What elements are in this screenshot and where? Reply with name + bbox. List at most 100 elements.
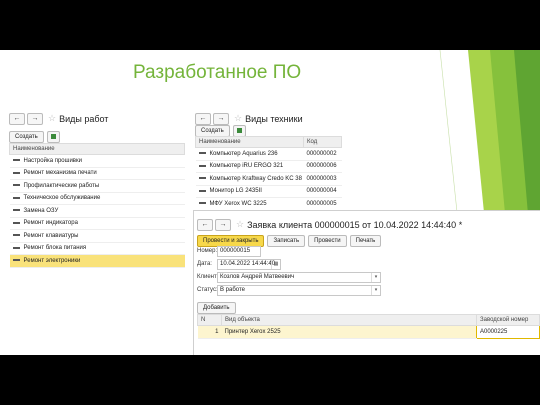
row-label: Ремонт электроники bbox=[23, 257, 81, 264]
create-button[interactable]: Создать bbox=[195, 124, 230, 137]
save-button[interactable]: Записать bbox=[267, 234, 306, 247]
forward-button[interactable]: → bbox=[215, 218, 231, 231]
table-row[interactable]: 1 Принтер Xerox 2525 А0000225 bbox=[197, 325, 540, 339]
date-value: 10.04.2022 14:44:40 bbox=[220, 261, 276, 267]
item-icon bbox=[198, 152, 206, 155]
row-name: МФУ Xerox WC 3225 bbox=[209, 200, 267, 207]
row-name: Монитор LG 2435II bbox=[209, 188, 262, 195]
column-header-name[interactable]: Наименование bbox=[195, 136, 304, 148]
row-name-cell: Монитор LG 2435II bbox=[195, 185, 304, 198]
item-icon bbox=[12, 184, 20, 187]
calendar-icon[interactable]: ▦ bbox=[271, 260, 280, 269]
excel-export-icon[interactable] bbox=[232, 124, 246, 137]
row-object-type: Принтер Xerox 2525 bbox=[221, 325, 477, 339]
table-row[interactable]: Ремонт клавиатуры bbox=[9, 229, 185, 243]
item-icon bbox=[12, 196, 20, 199]
row-cell: Замена ОЗУ bbox=[9, 204, 185, 218]
client-label: Клиент: bbox=[197, 274, 219, 280]
row-label: Ремонт клавиатуры bbox=[23, 232, 79, 239]
request-items-table: N Вид объекта Заводской номер 1 Принтер … bbox=[197, 314, 540, 339]
row-cell: Ремонт механизма печати bbox=[9, 167, 185, 180]
item-icon bbox=[198, 177, 206, 180]
item-icon bbox=[12, 234, 20, 237]
row-label: Техническое обслуживание bbox=[23, 195, 101, 202]
table-row[interactable]: Профилактические работы bbox=[9, 179, 185, 193]
table-row[interactable]: Компьютер iRU ERGO 321 000000006 bbox=[195, 160, 342, 173]
item-icon bbox=[12, 159, 20, 162]
row-code: 000000004 bbox=[303, 185, 342, 198]
column-header-serial[interactable]: Заводской номер bbox=[476, 314, 540, 326]
excel-export-icon[interactable] bbox=[46, 130, 60, 143]
row-cell: Ремонт клавиатуры bbox=[9, 229, 185, 243]
row-number: 1 bbox=[197, 325, 222, 339]
table-row[interactable]: Ремонт индикатора bbox=[9, 217, 185, 230]
table-row[interactable]: Ремонт электроники bbox=[9, 254, 185, 268]
date-field[interactable]: 10.04.2022 14:44:40 ▦ bbox=[217, 259, 281, 270]
item-icon bbox=[12, 171, 20, 174]
item-icon bbox=[198, 164, 206, 167]
slide: Разработанное ПО ← → ☆ Виды работ Создать Н… bbox=[0, 50, 540, 355]
row-name-cell: Компьютер Kraftway Credo KC 38 bbox=[195, 172, 304, 186]
row-code: 000000006 bbox=[303, 160, 342, 173]
row-cell: Ремонт блока питания bbox=[9, 242, 185, 255]
status-value: В работе bbox=[220, 287, 246, 293]
date-label: Дата: bbox=[197, 261, 212, 267]
window-header: ← → ☆ Виды работ bbox=[9, 110, 108, 128]
post-button[interactable]: Провести bbox=[308, 234, 347, 247]
chevron-down-icon[interactable]: ▾ bbox=[371, 286, 380, 295]
back-button[interactable]: ← bbox=[197, 218, 213, 231]
row-label: Ремонт индикатора bbox=[23, 220, 78, 227]
table-row[interactable]: Ремонт механизма печати bbox=[9, 167, 185, 180]
row-label: Замена ОЗУ bbox=[23, 207, 59, 214]
row-name-cell: Компьютер iRU ERGO 321 bbox=[195, 160, 304, 173]
work-types-table: Наименование Настройка прошивки Ремонт ме… bbox=[9, 143, 185, 268]
table-row[interactable]: Компьютер Kraftway Credo KC 38 000000003 bbox=[195, 172, 342, 186]
column-header-object-type[interactable]: Вид объекта bbox=[221, 314, 477, 326]
item-icon bbox=[12, 221, 20, 224]
table-row[interactable]: МФУ Xerox WC 3225 000000005 bbox=[195, 197, 342, 211]
row-label: Ремонт механизма печати bbox=[23, 170, 97, 177]
row-name-cell: МФУ Xerox WC 3225 bbox=[195, 197, 304, 211]
row-cell: Ремонт индикатора bbox=[9, 217, 185, 230]
table-row[interactable]: Техническое обслуживание bbox=[9, 192, 185, 205]
back-button[interactable]: ← bbox=[9, 112, 25, 125]
row-code: 000000003 bbox=[303, 172, 342, 186]
status-field[interactable]: В работе ▾ bbox=[217, 285, 381, 296]
table-row[interactable]: Монитор LG 2435II 000000004 bbox=[195, 185, 342, 198]
row-name: Компьютер Aquarius 236 bbox=[209, 150, 278, 157]
window-work-types: ← → ☆ Виды работ Создать Наименование Настр… bbox=[7, 105, 185, 350]
client-value: Козлов Андрей Матвеевич bbox=[220, 274, 295, 280]
table-row[interactable]: Замена ОЗУ bbox=[9, 204, 185, 218]
table-row[interactable]: Компьютер Aquarius 236 000000002 bbox=[195, 147, 342, 161]
favorite-star-icon[interactable]: ☆ bbox=[48, 113, 56, 123]
column-header-n[interactable]: N bbox=[197, 314, 222, 326]
table-row[interactable]: Ремонт блока питания bbox=[9, 242, 185, 255]
item-icon bbox=[12, 209, 20, 212]
chevron-down-icon[interactable]: ▾ bbox=[371, 273, 380, 282]
create-button[interactable]: Создать bbox=[9, 130, 44, 143]
forward-button[interactable]: → bbox=[27, 112, 43, 125]
add-button[interactable]: Добавить bbox=[197, 301, 236, 314]
row-serial[interactable]: А0000225 bbox=[476, 325, 540, 339]
window-client-request: ← → ☆ Заявка клиента 000000015 от 10.04.202… bbox=[193, 210, 540, 355]
row-cell: Настройка прошивки bbox=[9, 154, 185, 168]
table-row[interactable]: Настройка прошивки bbox=[9, 154, 185, 168]
client-field[interactable]: Козлов Андрей Матвеевич ▾ bbox=[217, 272, 381, 283]
post-and-close-button[interactable]: Провести и закрыть bbox=[197, 234, 265, 247]
column-header-name[interactable]: Наименование bbox=[9, 143, 185, 155]
number-label: Номер: bbox=[197, 248, 218, 254]
row-code: 000000002 bbox=[303, 147, 342, 161]
row-name-cell: Компьютер Aquarius 236 bbox=[195, 147, 304, 161]
row-cell: Профилактические работы bbox=[9, 179, 185, 193]
row-name: Компьютер Kraftway Credo KC 38 bbox=[209, 175, 302, 182]
window-title: Виды техники bbox=[245, 113, 303, 124]
slide-title: Разработанное ПО bbox=[133, 62, 302, 83]
favorite-star-icon[interactable]: ☆ bbox=[236, 219, 244, 229]
column-header-code[interactable]: Код bbox=[303, 136, 342, 148]
number-field[interactable]: 000000015 bbox=[217, 246, 261, 257]
item-icon bbox=[12, 246, 20, 249]
print-button[interactable]: Печать bbox=[349, 234, 382, 247]
status-label: Статус: bbox=[197, 287, 218, 293]
window-equipment-types: ← → ☆ Виды техники Создать Наименование Код… bbox=[193, 106, 342, 236]
window-title: Заявка клиента 000000015 от 10.04.2022 1… bbox=[247, 219, 463, 230]
